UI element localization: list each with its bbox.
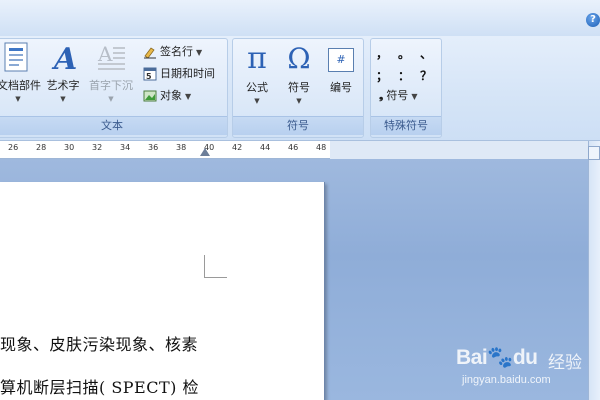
ruler-tick: 44 bbox=[260, 143, 271, 152]
ruler-tick: 28 bbox=[36, 143, 47, 152]
ruler-tick: 42 bbox=[232, 143, 243, 152]
symbol-label: 符号 bbox=[288, 81, 310, 94]
symbol-question[interactable]: ？ bbox=[419, 67, 433, 84]
symbol-period[interactable]: 。 bbox=[397, 45, 411, 62]
number-button[interactable]: # 编号 bbox=[321, 41, 361, 95]
ruler-tick: 34 bbox=[120, 143, 131, 152]
baidu-jingyan-watermark: Bai🐾du 经验 jingyan.baidu.com bbox=[456, 342, 596, 392]
margin-corner-mark bbox=[204, 255, 227, 278]
special-symbol-dropdown[interactable]: ❟ 符号 ▼ bbox=[379, 87, 417, 105]
symbols-group-label: 符号 bbox=[233, 116, 363, 135]
chevron-down-icon: ▼ bbox=[411, 92, 418, 101]
ruler-tick: 30 bbox=[64, 143, 75, 152]
wordart-icon: A bbox=[51, 42, 77, 75]
help-icon[interactable]: ? bbox=[586, 13, 600, 27]
ruler-tick: 32 bbox=[92, 143, 103, 152]
ruler-toggle-button[interactable] bbox=[588, 146, 600, 160]
signature-line-button[interactable]: 签名行 ▼ bbox=[143, 43, 202, 61]
symbol-enumeration-comma[interactable]: 、 bbox=[419, 45, 433, 62]
number-label: 编号 bbox=[330, 81, 352, 94]
object-icon bbox=[143, 90, 157, 102]
ruler-tick: 36 bbox=[148, 143, 159, 152]
equation-label: 公式 bbox=[246, 81, 268, 94]
watermark-suffix: 经验 bbox=[548, 353, 582, 373]
document-line[interactable]: 算机断层扫描( SPECT) 检 bbox=[0, 374, 199, 398]
signature-line-label: 签名行 bbox=[160, 45, 193, 58]
object-button[interactable]: 对象 ▼ bbox=[143, 87, 191, 105]
document-line[interactable]: 现象、皮肤污染现象、核素 bbox=[0, 331, 198, 355]
ruler-tick: 26 bbox=[8, 143, 19, 152]
document-page[interactable] bbox=[0, 182, 325, 400]
ruler-tick: 48 bbox=[316, 143, 327, 152]
number-icon: # bbox=[328, 48, 354, 72]
equation-pi-icon: π bbox=[247, 41, 267, 76]
date-time-icon: 5 bbox=[143, 67, 157, 81]
date-time-button[interactable]: 5 日期和时间 bbox=[143, 65, 215, 83]
drop-cap-button[interactable]: A 首字下沉 ▼ bbox=[87, 41, 135, 103]
date-time-label: 日期和时间 bbox=[160, 67, 215, 80]
chevron-down-icon: ▼ bbox=[196, 48, 203, 57]
equation-button[interactable]: π 公式 ▼ bbox=[237, 41, 277, 105]
special-symbol-label: 符号 bbox=[386, 89, 409, 102]
document-parts-label: 文档部件 bbox=[0, 79, 41, 92]
text-group-label: 文本 bbox=[0, 116, 227, 135]
svg-text:A: A bbox=[97, 42, 113, 66]
title-bar: ? bbox=[0, 0, 600, 37]
symbol-comma[interactable]: ， bbox=[375, 45, 389, 62]
symbols-group: π 公式 ▼ Ω 符号 ▼ # 编号 符号 bbox=[232, 38, 364, 138]
chevron-down-icon: ▼ bbox=[108, 95, 114, 103]
signature-line-icon bbox=[144, 47, 156, 59]
document-parts-icon bbox=[4, 42, 28, 72]
svg-text:A: A bbox=[51, 42, 77, 75]
chevron-down-icon: ▼ bbox=[254, 97, 260, 105]
chevron-down-icon: ▼ bbox=[60, 95, 66, 103]
watermark-url: jingyan.baidu.com bbox=[462, 374, 551, 386]
svg-text:5: 5 bbox=[146, 72, 152, 81]
object-label: 对象 bbox=[160, 89, 182, 102]
symbol-omega-icon: Ω bbox=[287, 42, 311, 75]
symbol-semicolon[interactable]: ； bbox=[375, 67, 389, 84]
ribbon: 文档部件 ▼ A 艺术字 ▼ A 首字下沉 ▼ 签名行 ▼ 5 日期和时间 对象… bbox=[0, 36, 600, 141]
symbol-button[interactable]: Ω 符号 ▼ bbox=[279, 41, 319, 105]
document-parts-button[interactable]: 文档部件 ▼ bbox=[0, 41, 41, 103]
special-symbols-group-label: 特殊符号 bbox=[371, 116, 441, 135]
special-symbols-group: ， 。 、 ； ： ？ ❟ 符号 ▼ 特殊符号 bbox=[370, 38, 442, 138]
wordart-button[interactable]: A 艺术字 ▼ bbox=[43, 41, 83, 103]
chevron-down-icon: ▼ bbox=[15, 95, 21, 103]
horizontal-ruler[interactable]: 26 28 30 32 34 36 38 40 42 44 46 48 bbox=[0, 141, 330, 159]
drop-cap-icon: A bbox=[97, 42, 125, 70]
wordart-label: 艺术字 bbox=[46, 79, 80, 92]
baidu-logo: Bai🐾du bbox=[456, 346, 538, 369]
special-symbol-icon: ❟ bbox=[379, 89, 384, 102]
drop-cap-label: 首字下沉 bbox=[89, 79, 133, 92]
text-group: 文档部件 ▼ A 艺术字 ▼ A 首字下沉 ▼ 签名行 ▼ 5 日期和时间 对象… bbox=[0, 38, 228, 138]
ruler-tick: 46 bbox=[288, 143, 299, 152]
symbol-colon[interactable]: ： bbox=[397, 67, 411, 84]
ruler-tick: 38 bbox=[176, 143, 187, 152]
right-indent-marker[interactable] bbox=[200, 148, 210, 156]
chevron-down-icon: ▼ bbox=[185, 92, 192, 101]
chevron-down-icon: ▼ bbox=[296, 97, 302, 105]
